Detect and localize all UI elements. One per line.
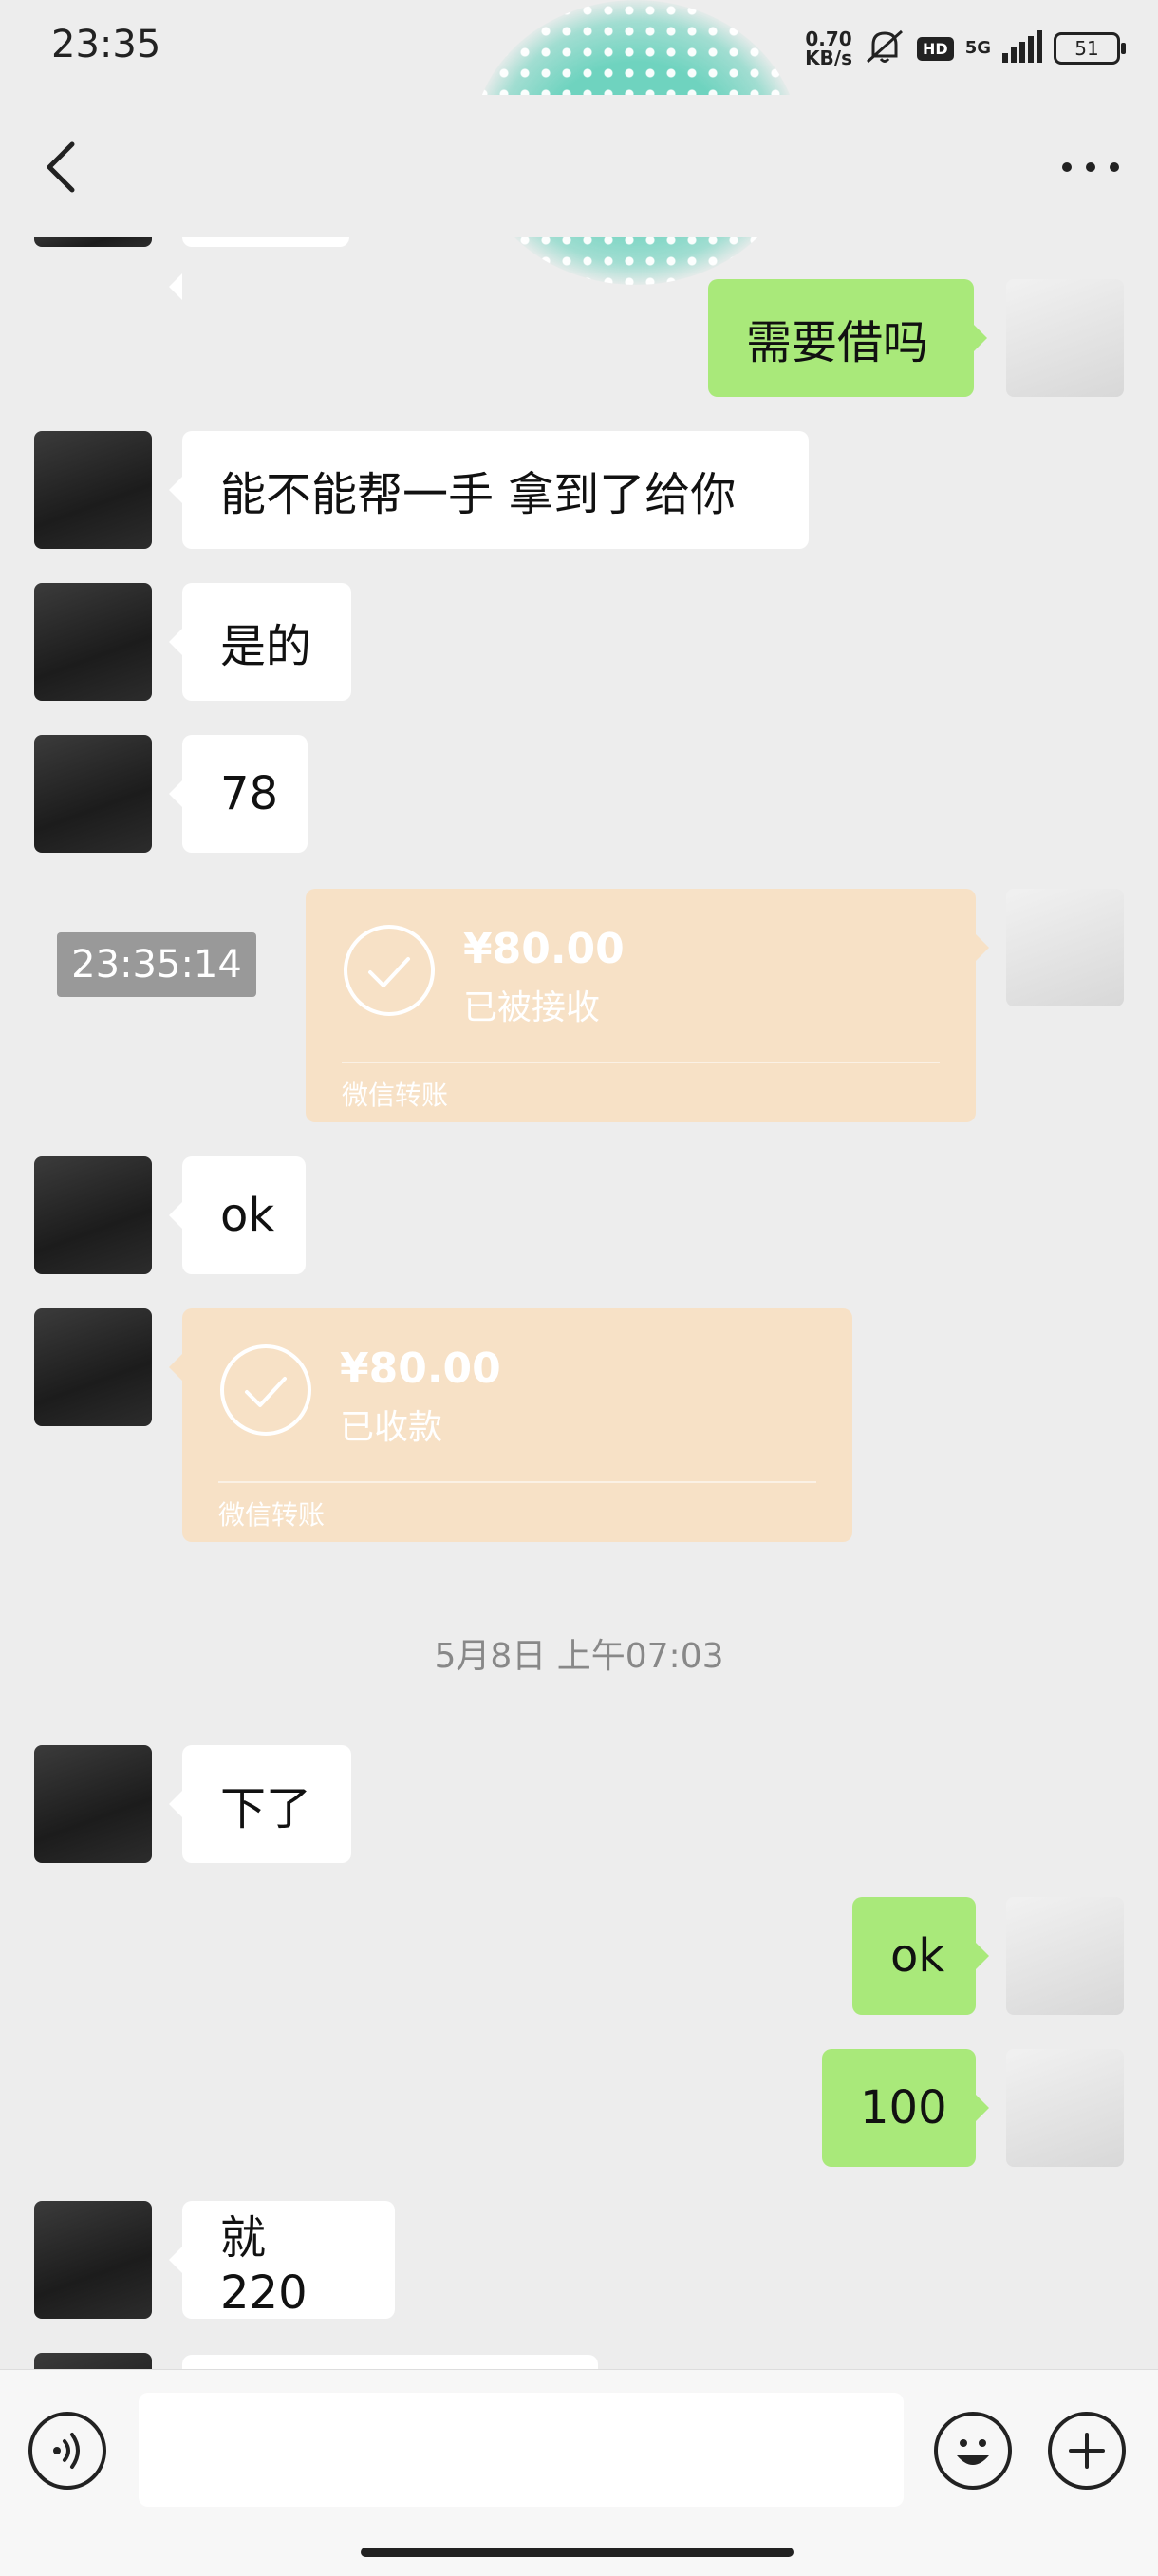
hd-badge: HD [917,36,954,61]
back-button[interactable] [38,139,85,196]
voice-icon [53,2433,80,2469]
transfer-divider [342,1062,940,1063]
message-text: 100 [860,2081,947,2134]
message-bubble-me[interactable]: 100 [822,2049,989,2167]
transfer-label: 微信转账 [342,1080,449,1111]
transfer-amount: ¥80.00 [463,925,625,973]
message-time-tooltip: 23:35:14 [57,932,256,997]
avatar-other[interactable] [34,735,152,853]
transfer-status: 已被接收 [463,988,601,1027]
avatar-other[interactable] [34,431,152,549]
message-bubble-me[interactable]: 需要借吗 [708,279,987,397]
avatar-other[interactable] [34,1308,152,1426]
mute-bell-icon [864,28,906,69]
message-text: 78 [220,767,279,820]
avatar-other[interactable] [34,1156,152,1274]
avatar-me[interactable] [1006,279,1124,397]
transfer-card-me[interactable]: ¥80.00 已被接收 微信转账 [306,889,989,1122]
message-text: 需要借吗 [746,316,929,369]
avatar-other[interactable] [34,2353,152,2369]
message-text: 下了 [220,1782,312,1835]
message-bubble-other[interactable]: 是的 [169,583,351,701]
date-separator: 5月8日 上午07:03 [434,1637,724,1676]
voice-button[interactable] [28,2412,106,2490]
message-text: ok [890,1929,945,1983]
more-dots-icon [1062,162,1119,172]
transfer-card-other[interactable]: ¥80.00 已收款 微信转账 [169,1308,852,1542]
avatar-other[interactable] [34,2201,152,2319]
transfer-amount: ¥80.00 [340,1344,501,1393]
message-bubble-other[interactable]: 78 [169,735,308,853]
plus-icon [1069,2433,1105,2469]
message-bubble-partial [169,237,349,300]
transfer-label: 微信转账 [218,1499,326,1531]
chevron-left-icon [47,141,75,193]
message-bubble-partial [182,2355,598,2369]
network-speed: 0.70 KB/s [805,29,852,67]
plus-button[interactable] [1048,2412,1126,2490]
message-input[interactable] [139,2393,904,2507]
message-bubble-other[interactable]: 就 220 [169,2201,395,2320]
message-text: 是的 [220,620,312,673]
avatar-me[interactable] [1006,2049,1124,2167]
transfer-status: 已收款 [340,1408,443,1447]
avatar-me[interactable] [1006,889,1124,1006]
battery-icon: 51 [1054,32,1126,65]
network-speed-value: 0.70 [805,28,852,50]
battery-level: 51 [1074,37,1099,60]
message-bubble-other[interactable]: ok [169,1156,306,1274]
avatar-other[interactable] [34,583,152,701]
avatar-other[interactable] [34,237,152,247]
transfer-divider [218,1481,816,1483]
message-text: 就 220 [220,2211,308,2320]
network-type: 5G [964,38,991,58]
check-circle-icon [220,1344,311,1436]
home-indicator[interactable] [361,2548,794,2557]
emoji-icon [957,2439,989,2465]
avatar-me[interactable] [1006,1897,1124,2015]
message-bubble-me[interactable]: ok [852,1897,989,2015]
chat-message-list[interactable]: 需要借吗 能不能帮一手 拿到了给你 是的 78 23:35:14 ¥80.00 … [0,237,1158,2369]
message-bubble-other[interactable]: 能不能帮一手 拿到了给你 [169,431,809,549]
avatar-other[interactable] [34,1745,152,1863]
chat-header [0,95,1158,237]
signal-icon [1002,30,1042,66]
status-icons: 0.70 KB/s HD 5G 51 [805,25,1126,72]
network-speed-unit: KB/s [805,47,853,69]
status-time: 23:35 [51,23,161,66]
message-text: 能不能帮一手 拿到了给你 [220,468,737,521]
emoji-button[interactable] [934,2412,1012,2490]
input-bar [0,2369,1158,2576]
more-button[interactable] [1057,148,1124,186]
message-text: ok [220,1189,275,1242]
message-bubble-other[interactable]: 下了 [169,1745,351,1863]
check-circle-icon [344,925,435,1016]
